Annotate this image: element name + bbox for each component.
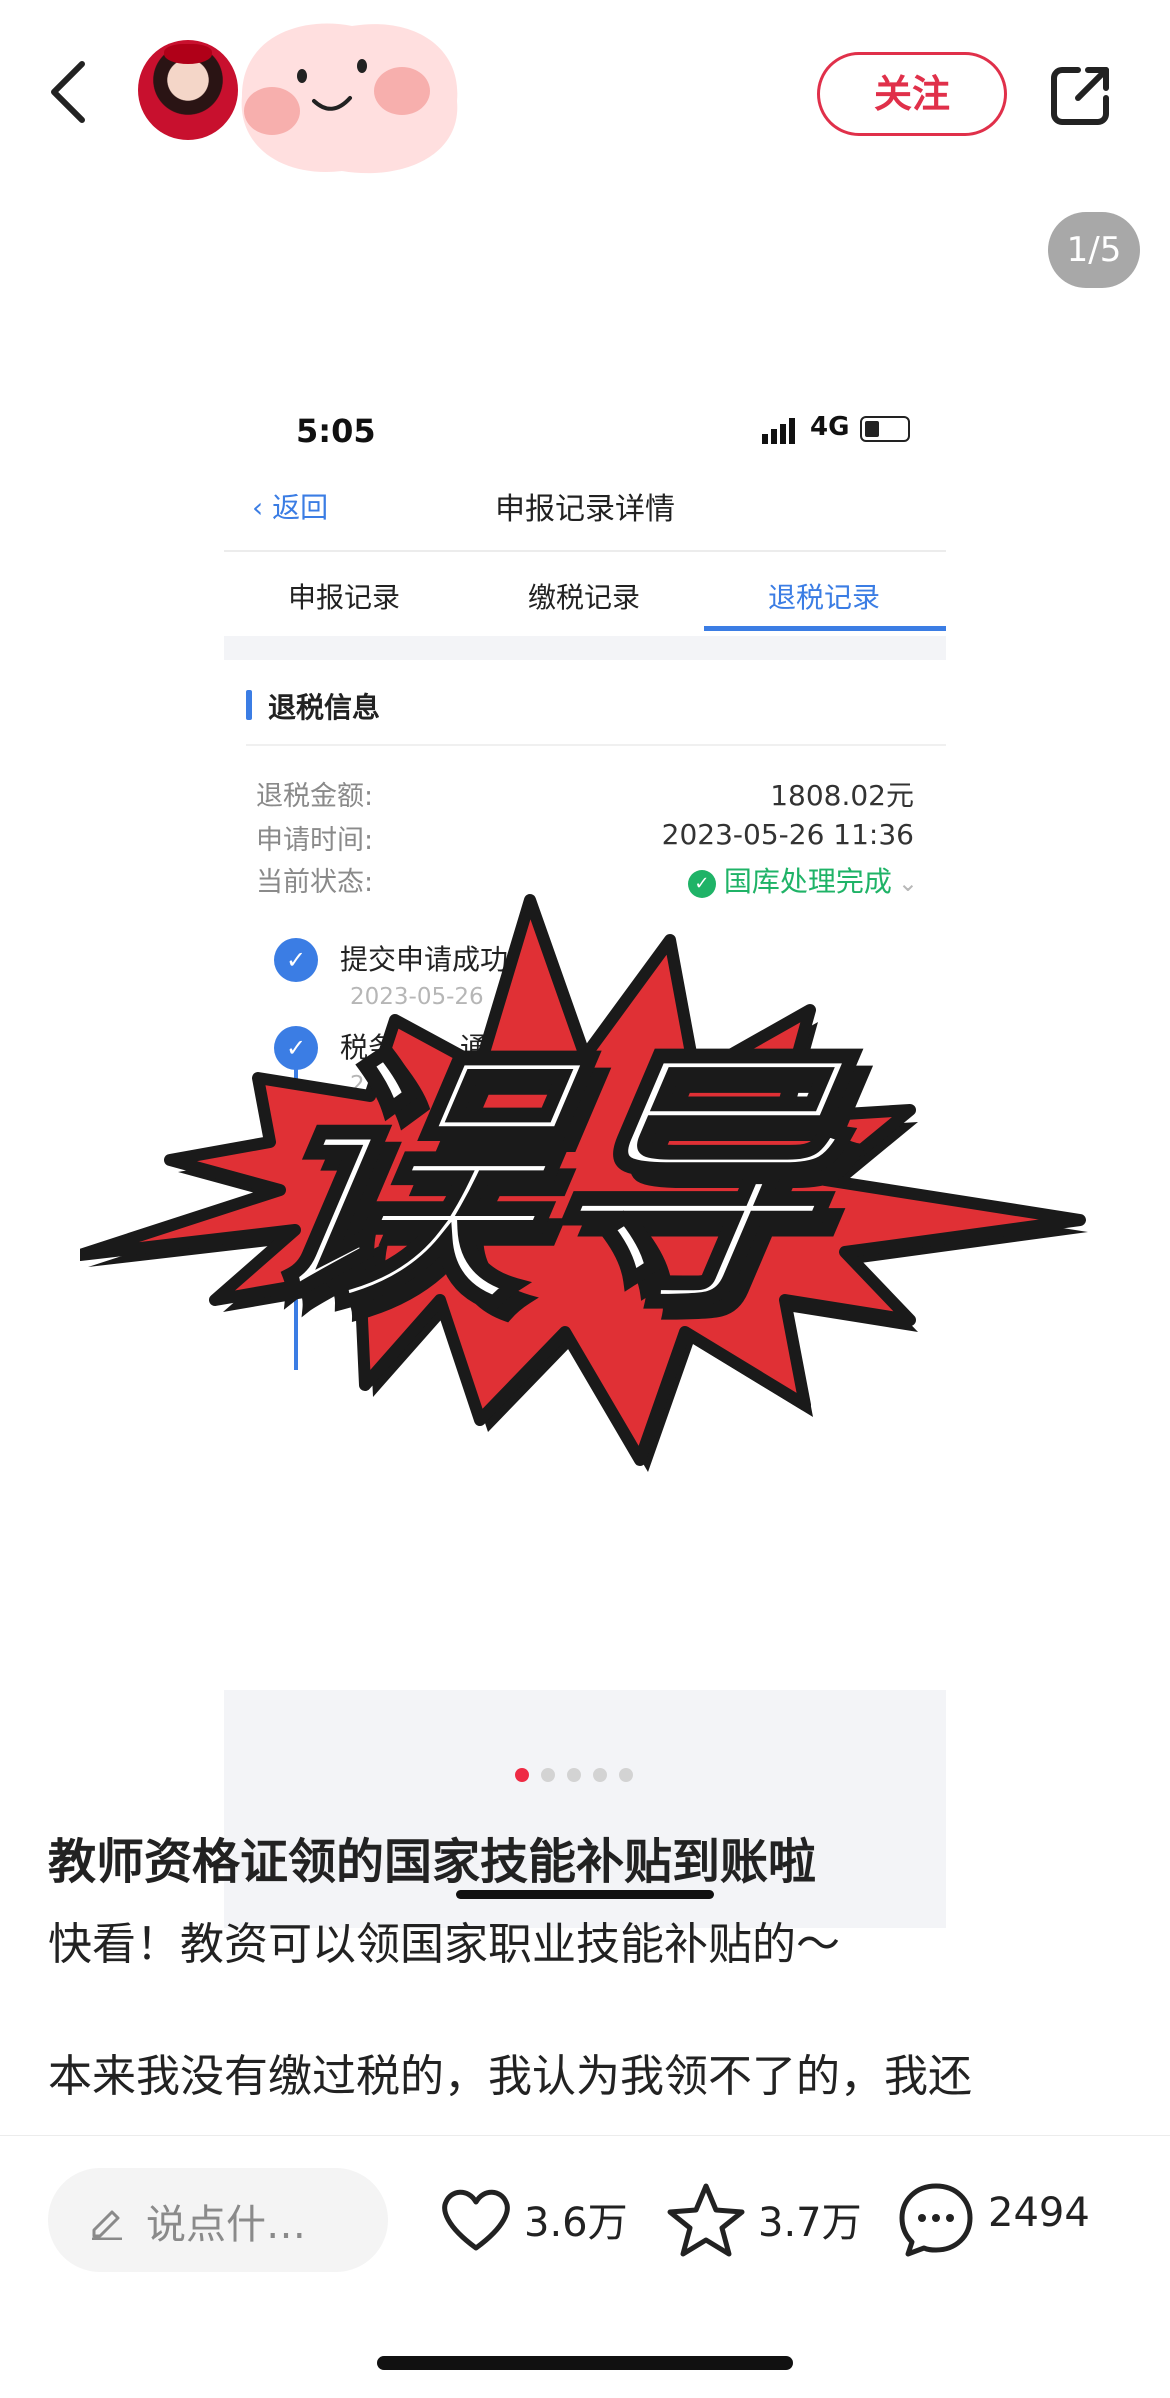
carousel-dot [567, 1768, 581, 1782]
carousel-dot [515, 1768, 529, 1782]
pencil-icon [92, 2210, 122, 2240]
screenshot-title: 申报记录详情 [495, 492, 675, 527]
carousel-dot [593, 1768, 607, 1782]
section-title: 退税信息 [246, 686, 380, 726]
share-icon [1051, 67, 1109, 125]
page-counter: 1/5 [1048, 212, 1140, 288]
carousel-dot [541, 1768, 555, 1782]
comment-count[interactable]: 2494 [988, 2190, 1090, 2236]
post-body-line: 快看！教资可以领国家职业技能补贴的～ [48, 1919, 840, 1970]
share-button[interactable] [1048, 62, 1114, 128]
network-label: 4G [810, 412, 850, 442]
carousel-dot [619, 1768, 633, 1782]
apply-time-label: 申请时间: [256, 825, 374, 856]
screenshot-tab-payment: 缴税记录 [527, 581, 640, 614]
collect-count[interactable]: 3.7万 [758, 2190, 862, 2248]
battery-icon [860, 416, 910, 442]
carousel-dots [515, 1768, 633, 1784]
comment-bubble-icon[interactable] [896, 2180, 976, 2260]
star-icon[interactable] [666, 2180, 746, 2260]
home-indicator [377, 2356, 793, 2370]
screenshot-tab-declare: 申报记录 [287, 581, 400, 614]
like-count[interactable]: 3.6万 [524, 2190, 628, 2248]
back-button[interactable] [42, 52, 102, 132]
refund-amount-value: 1808.02元 [770, 779, 914, 812]
post-title: 教师资格证领的国家技能补贴到账啦 [48, 1834, 817, 1890]
active-tab-indicator [704, 626, 946, 631]
redacted-username-scribble [241, 23, 458, 174]
status-time: 5:05 [296, 412, 376, 450]
signal-icon [762, 418, 795, 444]
apply-time-value: 2023-05-26 11:36 [661, 818, 914, 851]
screenshot-tab-refund: 退税记录 [767, 581, 880, 614]
comment-placeholder[interactable]: 说点什… [146, 2192, 306, 2250]
misleading-sticker: 误导 误导 [80, 894, 1088, 1472]
follow-button[interactable]: 关注 [817, 52, 1007, 136]
sticker-text: 误导 [234, 1020, 873, 1346]
heart-icon[interactable] [436, 2180, 516, 2260]
chevron-left-icon [51, 61, 85, 123]
refund-amount-label: 退税金额: [256, 781, 374, 812]
post-body-line: 本来我没有缴过税的，我认为我领不了的，我还 [48, 2051, 972, 2102]
